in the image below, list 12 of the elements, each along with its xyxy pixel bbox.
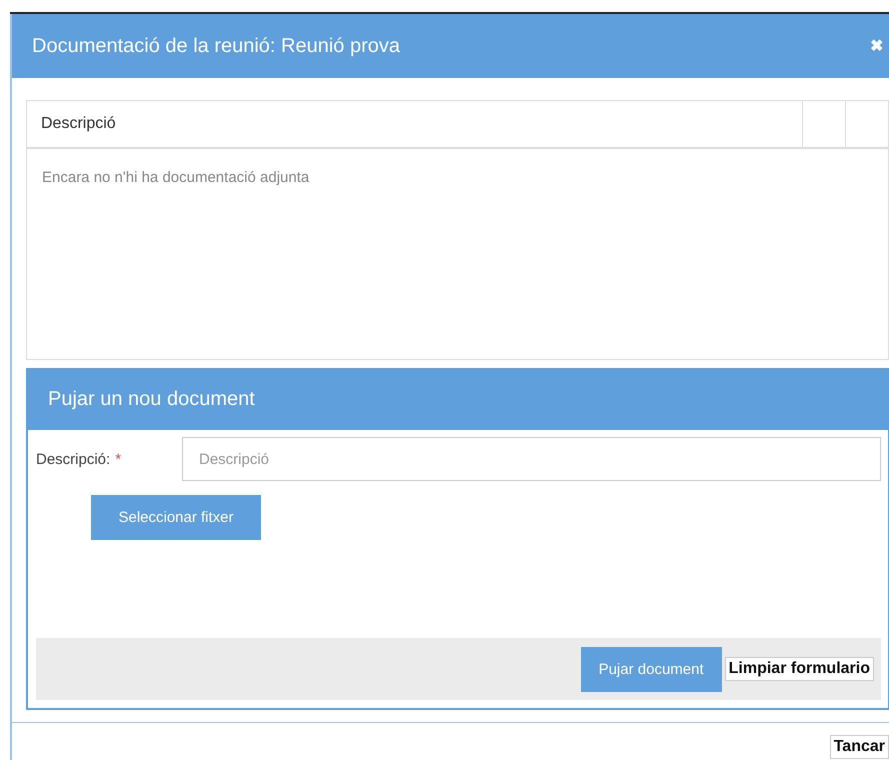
clear-button[interactable]: Limpiar formulario [724,657,874,681]
description-field[interactable]: Descripció [182,437,881,481]
panel-title: Pujar un nou document [28,368,889,430]
select-file-button[interactable]: Seleccionar fitxer [91,495,261,540]
upload-button[interactable]: Pujar document [580,646,722,692]
empty-message: Encara no n'hi ha documentació adjunta [41,168,310,186]
close-icon[interactable]: ✖ [870,36,883,56]
required-mark: * [115,450,122,468]
dialog-title: Documentació de la reunió: Reunió prova [32,34,400,58]
column-header: Descripció [41,115,116,133]
close-button[interactable]: Tancar [830,735,889,759]
field-label: Descripció: [36,450,110,468]
